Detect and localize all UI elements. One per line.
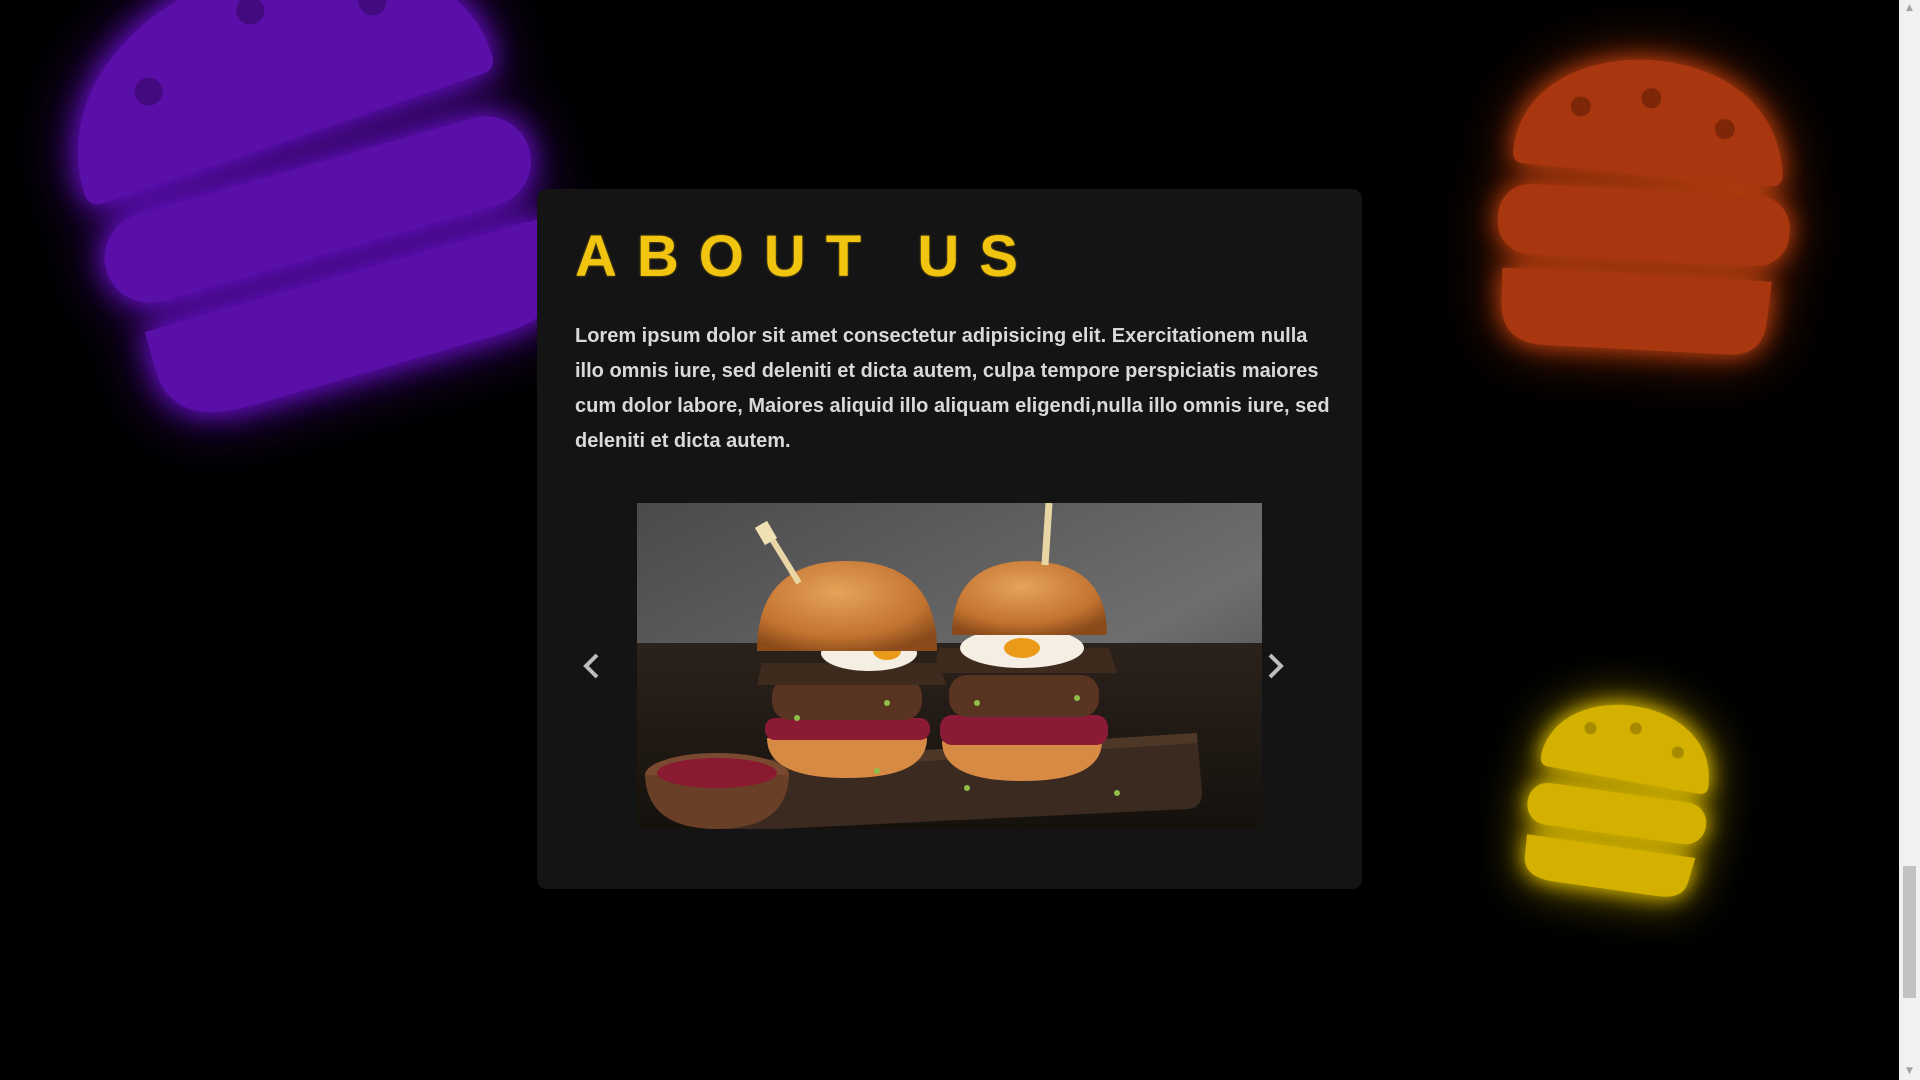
chevron-right-icon bbox=[1260, 651, 1290, 681]
carousel-next-button[interactable] bbox=[1260, 651, 1290, 681]
scrollbar-thumb[interactable] bbox=[1903, 866, 1916, 998]
orange-burger-icon bbox=[1482, 52, 1808, 388]
carousel-prev-button[interactable] bbox=[577, 651, 607, 681]
page: ABOUT US Lorem ipsum dolor sit amet cons… bbox=[0, 0, 1920, 1080]
about-section: ABOUT US Lorem ipsum dolor sit amet cons… bbox=[537, 189, 1362, 889]
vertical-scrollbar[interactable]: ▲ ▼ bbox=[1899, 0, 1920, 1080]
scroll-down-arrow-icon[interactable]: ▼ bbox=[1899, 1063, 1920, 1080]
yellow-burger-icon bbox=[1507, 692, 1733, 918]
about-description: Lorem ipsum dolor sit amet consectetur a… bbox=[575, 325, 1330, 452]
burger-photo bbox=[637, 503, 1262, 829]
scroll-up-arrow-icon[interactable]: ▲ bbox=[1899, 0, 1920, 17]
chevron-left-icon bbox=[577, 651, 607, 681]
image-carousel bbox=[577, 503, 1322, 829]
about-title: ABOUT US bbox=[575, 224, 1038, 289]
